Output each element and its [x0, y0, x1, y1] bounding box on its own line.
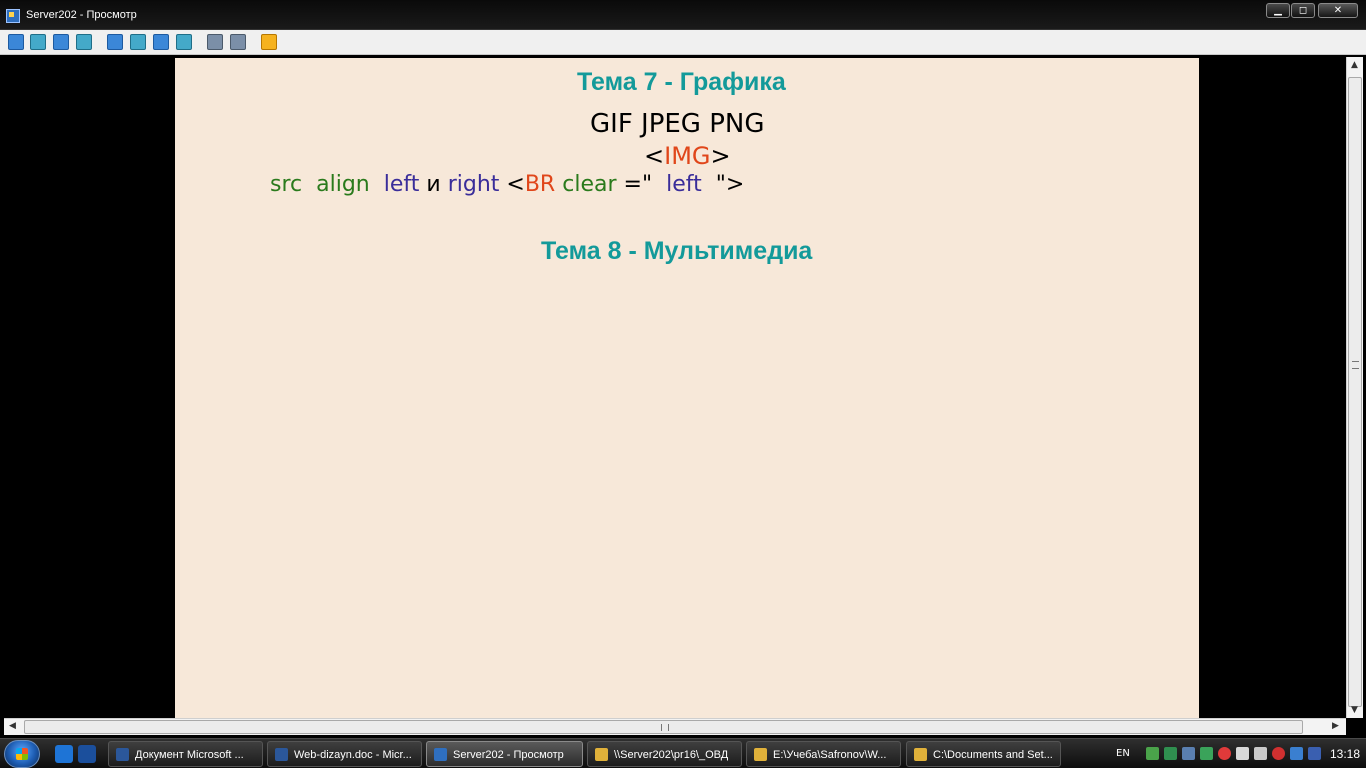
shield-icon[interactable]: [1236, 747, 1249, 760]
image-formats-line: GIF JPEG PNG: [590, 109, 765, 139]
folder-icon: [595, 748, 608, 761]
task-folder-safronov[interactable]: E:\Учеба\Safronov\W...: [746, 741, 901, 767]
scroll-right-icon[interactable]: ▶: [1332, 721, 1339, 731]
phone-icon[interactable]: [53, 34, 69, 50]
sync-icon[interactable]: [1200, 747, 1213, 760]
windows-logo-icon: [16, 748, 28, 760]
app-icon[interactable]: [6, 9, 20, 23]
task-folder-server202[interactable]: \\Server202\pr16\_ОВД: [587, 741, 742, 767]
img-tag-line: <IMG>: [644, 142, 731, 170]
img-tag-name: IMG: [664, 142, 711, 170]
remote-screen-view[interactable]: Тема 7 - Графика GIF JPEG PNG <IMG> src …: [0, 55, 1366, 718]
network-icon[interactable]: [1146, 747, 1159, 760]
close-session-icon[interactable]: [261, 34, 277, 50]
taskbar: Документ Microsoft ... Web-dizayn.doc - …: [0, 738, 1366, 768]
window-title-bar[interactable]: Server202 - Просмотр ▁ ◻ ✕: [0, 0, 1366, 30]
folder-icon: [754, 748, 767, 761]
language-indicator[interactable]: EN: [1116, 748, 1130, 759]
vertical-scrollbar[interactable]: ▲ ▼: [1346, 57, 1363, 718]
br-tag-name: BR: [524, 172, 556, 197]
tag-open-bracket: <: [644, 142, 665, 170]
viewer-toolbar: [0, 30, 1366, 55]
value-right: right: [447, 172, 500, 197]
grip-icon: [661, 724, 669, 731]
fullscreen-icon[interactable]: [130, 34, 146, 50]
task-web-dizayn[interactable]: Web-dizayn.doc - Micr...: [267, 741, 422, 767]
system-tray: EN 13:18: [1108, 740, 1366, 768]
copy-icon[interactable]: [207, 34, 223, 50]
opera-icon[interactable]: [1218, 747, 1231, 760]
maximize-button[interactable]: ◻: [1291, 3, 1315, 18]
scroll-up-icon[interactable]: ▲: [1351, 60, 1358, 70]
task-label: Web-dizayn.doc - Micr...: [294, 749, 412, 761]
message-icon[interactable]: [76, 34, 92, 50]
fit-icon[interactable]: [176, 34, 192, 50]
viewer-icon: [434, 748, 447, 761]
word-icon: [275, 748, 288, 761]
task-server202-viewer[interactable]: Server202 - Просмотр: [426, 741, 583, 767]
clock[interactable]: 13:18: [1330, 747, 1360, 761]
grip-icon: [1352, 361, 1359, 369]
tag-close-bracket: >: [710, 142, 731, 170]
word-icon: [116, 748, 129, 761]
task-label: Server202 - Просмотр: [453, 749, 564, 761]
monitor-icon[interactable]: [8, 34, 24, 50]
display-icon[interactable]: [1290, 747, 1303, 760]
slide-title-graphics: Тема 7 - Графика: [577, 68, 786, 96]
attr-clear: clear: [562, 172, 617, 197]
close-button[interactable]: ✕: [1318, 3, 1358, 18]
printer-icon[interactable]: [1182, 747, 1195, 760]
slide-title-multimedia: Тема 8 - Мультимедиа: [541, 237, 813, 265]
task-label: \\Server202\pr16\_ОВД: [614, 749, 729, 761]
volume-icon[interactable]: [1254, 747, 1267, 760]
window-title: Server202 - Просмотр: [26, 9, 137, 21]
attr-align: align: [316, 172, 370, 197]
scroll-left-icon[interactable]: ◀: [9, 721, 16, 731]
security-icon[interactable]: [1164, 747, 1177, 760]
presentation-slide: Тема 7 - Графика GIF JPEG PNG <IMG> src …: [175, 58, 1199, 718]
chat-icon[interactable]: [30, 34, 46, 50]
attributes-line: src align left и right <BR clear =" left…: [270, 172, 744, 197]
task-label: C:\Documents and Set...: [933, 749, 1053, 761]
equals-quote: =": [623, 172, 653, 197]
value-left-clear: left: [666, 172, 702, 197]
vertical-scroll-thumb[interactable]: [1348, 77, 1362, 707]
tools-icon[interactable]: [230, 34, 246, 50]
value-left: left: [383, 172, 420, 197]
minimize-button[interactable]: ▁: [1266, 3, 1290, 18]
folder-icon: [914, 748, 927, 761]
square-icon[interactable]: [153, 34, 169, 50]
task-label: E:\Учеба\Safronov\W...: [773, 749, 887, 761]
start-button[interactable]: [4, 740, 40, 768]
task-document-word[interactable]: Документ Microsoft ...: [108, 741, 263, 767]
scroll-down-icon[interactable]: ▼: [1351, 705, 1358, 715]
blocked-icon[interactable]: [1272, 747, 1285, 760]
horizontal-scrollbar[interactable]: ◀ ▶: [4, 718, 1346, 735]
task-folder-documents[interactable]: C:\Documents and Set...: [906, 741, 1061, 767]
quote-close: ">: [715, 172, 745, 197]
attr-src: src: [270, 172, 303, 197]
task-label: Документ Microsoft ...: [135, 749, 244, 761]
br-open-bracket: <: [506, 172, 525, 197]
window-icon[interactable]: [107, 34, 123, 50]
horizontal-scroll-thumb[interactable]: [24, 720, 1303, 734]
internet-explorer-icon[interactable]: [55, 745, 73, 763]
show-desktop-icon[interactable]: [78, 745, 96, 763]
bluetooth-icon[interactable]: [1308, 747, 1321, 760]
word-and: и: [426, 172, 441, 197]
